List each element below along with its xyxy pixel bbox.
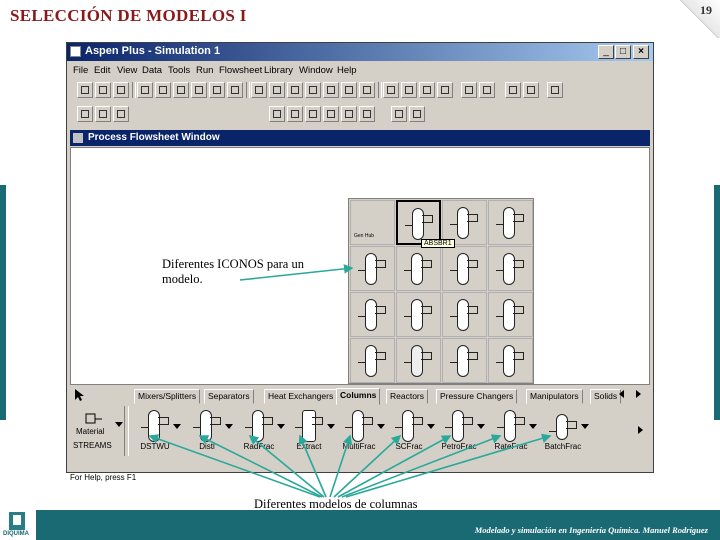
- arrow-to-palette: [239, 264, 354, 281]
- arrow-to-multifrac: [329, 434, 353, 498]
- arrow-to-ratefrac: [341, 434, 502, 498]
- annotation-arrows: [148, 264, 552, 498]
- footer-text: Modelado y simulación en Ingeniería Quím…: [474, 525, 708, 535]
- university-logo: DIQUIMA: [0, 510, 36, 540]
- logo-text: DIQUIMA: [3, 531, 29, 537]
- arrow-to-dstwu: [148, 434, 321, 498]
- arrow-to-batchfrac: [345, 433, 552, 498]
- arrow-to-petrofrac: [337, 435, 452, 498]
